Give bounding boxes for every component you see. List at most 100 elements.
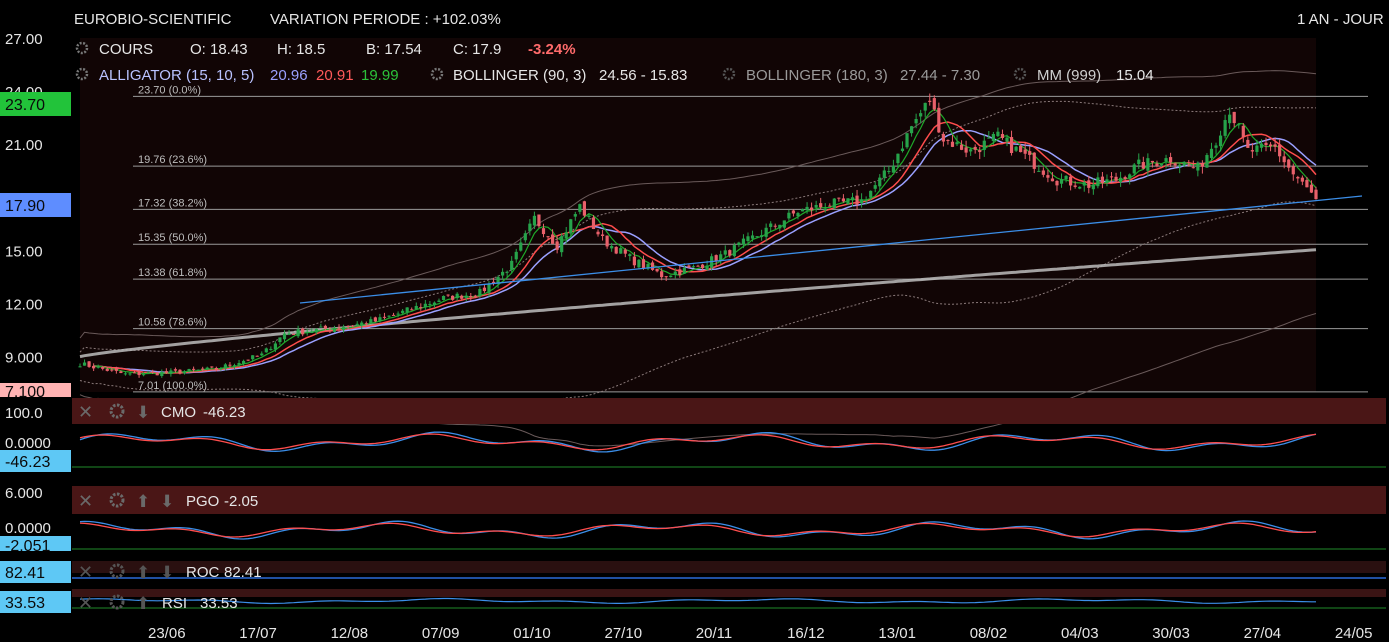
candle-body xyxy=(332,328,337,332)
candle-body xyxy=(301,328,305,335)
candle-body xyxy=(541,228,546,235)
cmo-badge-text: -46.23 xyxy=(5,454,50,471)
candle-body xyxy=(1141,162,1145,169)
candle-body xyxy=(1164,158,1168,162)
cmo-panel: ✕ ⬇ CMO -46.23 100.0 0.0000 xyxy=(5,398,1386,452)
candle-body xyxy=(1005,137,1009,142)
candle-body xyxy=(719,254,723,261)
candle-body xyxy=(282,333,287,340)
candle-body xyxy=(1305,180,1309,188)
bollinger-180-values: 27.44 - 7.30 xyxy=(900,67,980,84)
candle-body xyxy=(964,147,968,153)
candle-body xyxy=(932,98,936,110)
candle-body xyxy=(396,313,400,315)
close-icon[interactable]: ✕ xyxy=(78,402,93,422)
candle-body xyxy=(296,329,300,337)
cours-high: H: 18.5 xyxy=(277,41,325,58)
x-tick-label: 08/02 xyxy=(970,625,1008,642)
arrow-up-icon[interactable]: ⬆ xyxy=(136,492,150,511)
candle-body xyxy=(405,307,409,313)
candle-body xyxy=(1132,164,1136,174)
candle-body xyxy=(623,249,627,254)
candle-body xyxy=(110,369,114,371)
cours-close: C: 17.9 xyxy=(453,41,501,58)
rsi-badge-text: 33.53 xyxy=(5,595,45,612)
arrow-up-icon[interactable]: ⬆ xyxy=(136,594,150,613)
candle-body xyxy=(182,371,187,374)
pgo-badge-text: -2.051 xyxy=(5,538,50,555)
candle-body xyxy=(546,236,550,238)
candle-body xyxy=(1168,157,1173,163)
candle-body xyxy=(1096,177,1100,187)
candle-body xyxy=(87,361,91,367)
candle-body xyxy=(750,235,755,239)
candle-body xyxy=(251,355,255,360)
candle-body xyxy=(119,371,123,374)
candle-body xyxy=(1282,156,1286,163)
candle-body xyxy=(355,323,359,325)
candle-body xyxy=(532,215,537,226)
candle-body xyxy=(1309,184,1314,193)
candle-body xyxy=(291,333,296,335)
candle-body xyxy=(219,368,223,370)
candle-body xyxy=(1205,155,1209,168)
arrow-down-icon[interactable]: ⬇ xyxy=(136,403,150,422)
candle-body xyxy=(987,137,991,139)
candle-body xyxy=(1000,134,1005,138)
y-tick-label: 21.00 xyxy=(5,137,43,154)
candle-body xyxy=(210,366,214,368)
candle-body xyxy=(1228,114,1232,124)
candle-body xyxy=(641,259,646,269)
fib-label: 10.58 (78.6%) xyxy=(138,317,207,329)
candle-body xyxy=(1182,161,1186,166)
x-tick-label: 20/11 xyxy=(696,625,732,642)
candle-body xyxy=(837,197,841,199)
arrow-down-icon[interactable]: ⬇ xyxy=(160,563,174,582)
close-icon[interactable]: ✕ xyxy=(78,491,93,511)
candle-body xyxy=(955,142,959,145)
candle-body xyxy=(619,248,623,254)
candle-body xyxy=(1232,111,1236,124)
arrow-down-icon[interactable]: ⬇ xyxy=(160,492,174,511)
candle-body xyxy=(891,165,895,173)
candle-body xyxy=(950,141,955,147)
candle-body xyxy=(1119,177,1123,183)
candle-body xyxy=(605,235,609,247)
x-tick-label: 13/01 xyxy=(878,625,916,642)
candle-body xyxy=(800,209,805,212)
stock-chart[interactable]: 23.70 (0.0%) 19.76 (23.6%) 17.32 (38.2%) 15… xyxy=(0,0,1389,642)
candle-body xyxy=(673,271,677,276)
rsi-label: RSI xyxy=(162,595,187,612)
close-icon[interactable]: ✕ xyxy=(78,562,93,582)
candle-body xyxy=(519,242,523,251)
candle-body xyxy=(1196,162,1200,171)
x-tick-label: 04/03 xyxy=(1061,625,1099,642)
candle-body xyxy=(428,303,432,305)
candle-body xyxy=(114,368,118,371)
pgo-top-tick: 6.000 xyxy=(5,485,43,502)
fib-label: 17.32 (38.2%) xyxy=(138,197,207,209)
candle-body xyxy=(941,134,945,142)
candle-body xyxy=(346,325,350,327)
candle-body xyxy=(573,214,577,217)
candle-body xyxy=(1178,164,1182,167)
arrow-up-icon[interactable]: ⬆ xyxy=(136,563,150,582)
candle-body xyxy=(855,195,859,205)
candle-body xyxy=(241,360,246,364)
candle-body xyxy=(1128,174,1132,179)
gear-icon[interactable] xyxy=(109,594,125,610)
candle-body xyxy=(482,287,487,292)
candle-body xyxy=(1146,158,1150,171)
close-icon[interactable]: ✕ xyxy=(78,593,93,613)
candle-body xyxy=(909,126,914,134)
candle-body xyxy=(351,325,355,327)
candle-body xyxy=(523,233,527,241)
candle-body xyxy=(755,236,759,238)
period-selector[interactable]: 1 AN - JOUR xyxy=(1297,11,1384,28)
candle-body xyxy=(787,212,791,219)
candle-body xyxy=(805,206,809,211)
alligator-jaw-value: 20.96 xyxy=(270,67,308,84)
candle-body xyxy=(1300,177,1304,182)
candle-body xyxy=(928,100,932,102)
roc-value: 82.41 xyxy=(224,564,262,581)
